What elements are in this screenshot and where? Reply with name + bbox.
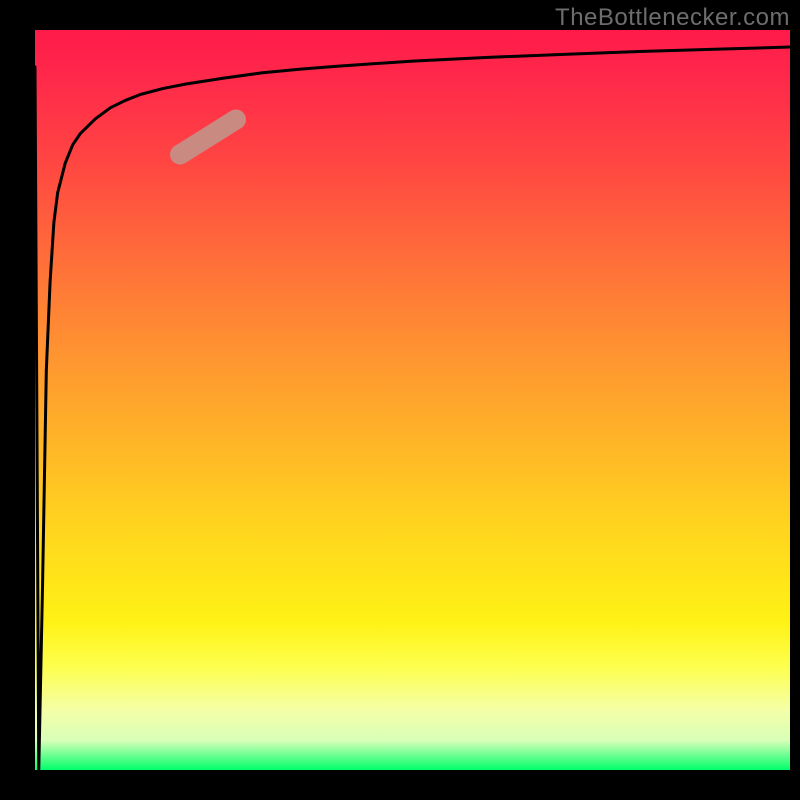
x-axis-frame xyxy=(0,770,800,800)
y-axis-frame xyxy=(0,0,35,800)
credit-label: TheBottlenecker.com xyxy=(555,4,790,32)
chart-canvas: TheBottlenecker.com xyxy=(0,0,800,800)
plot-area xyxy=(35,30,790,770)
